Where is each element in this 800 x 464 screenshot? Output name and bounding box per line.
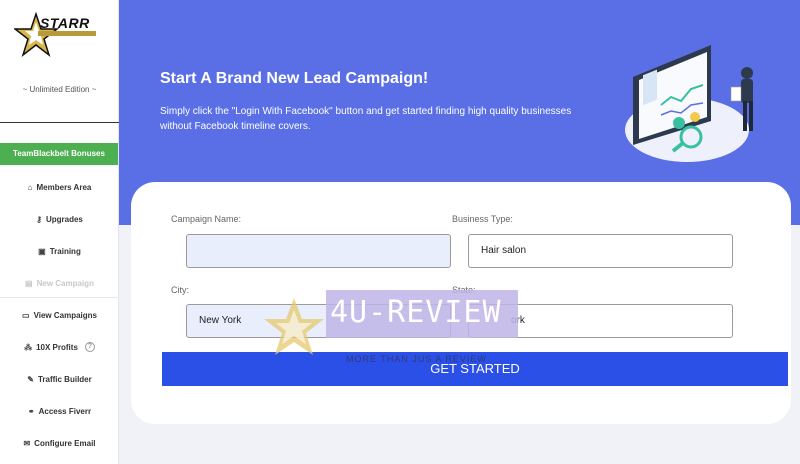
dashboard-illustration-icon (625, 45, 753, 162)
watermark-title: 4U-REVIEW (330, 295, 502, 330)
sidebar-item-access-fiverr[interactable]: ⚭ Access Fiverr (0, 403, 119, 419)
sidebar-item-members-area[interactable]: ⌂ Members Area (0, 179, 119, 195)
page-title: Start A Brand New Lead Campaign! (160, 70, 429, 87)
business-type-input[interactable]: Hair salon (468, 234, 733, 268)
edition-label: ~ Unlimited Edition ~ (22, 85, 97, 94)
sidebar-item-label: New Campaign (36, 278, 94, 288)
sidebar-item-label: 10X Profits (36, 342, 78, 352)
sidebar-item-upgrades[interactable]: ⚷ Upgrades (0, 211, 119, 227)
sidebar-item-traffic-builder[interactable]: ✎ Traffic Builder (0, 371, 119, 387)
bonuses-button[interactable]: TeamBlackbelt Bonuses (0, 143, 118, 165)
key-icon: ⚷ (36, 214, 42, 224)
sidebar-item-10x-profits[interactable]: ⁂ 10X Profits ? (0, 339, 119, 355)
hero-description: Simply click the "Login With Facebook" b… (160, 106, 572, 132)
wrench-icon: ✎ (27, 374, 34, 384)
home-icon: ⌂ (27, 182, 33, 192)
sidebar-item-configure-email[interactable]: ✉ Configure Email (0, 435, 119, 451)
new-campaign-icon: ▤ (25, 278, 33, 288)
campaign-name-input[interactable] (186, 234, 451, 268)
envelope-icon: ✉ (23, 438, 31, 448)
sidebar-divider (0, 122, 119, 123)
campaign-name-label: Campaign Name: (171, 214, 242, 224)
sidebar-item-label: Access Fiverr (38, 406, 92, 416)
city-label: City: (171, 285, 189, 295)
sidebar-item-label: Members Area (36, 182, 92, 192)
sidebar-item-new-campaign[interactable]: ▤ New Campaign (0, 275, 119, 291)
link-icon: ⚭ (27, 406, 35, 416)
sidebar-item-view-campaigns[interactable]: ▭ View Campaigns (0, 307, 119, 323)
sidebar-item-label: Traffic Builder (37, 374, 92, 384)
logo-text: STARR (40, 15, 90, 31)
business-type-label: Business Type: (452, 214, 513, 224)
view-campaigns-icon: ▭ (22, 310, 30, 320)
sidebar-item-training[interactable]: ▣ Training (0, 243, 119, 259)
watermark-subtitle: MORE THAN JUS A REVIEW (346, 354, 487, 364)
training-icon: ▣ (38, 246, 46, 256)
sidebar-item-label: View Campaigns (33, 310, 97, 320)
sidebar-separator (0, 297, 119, 298)
sidebar-item-label: Upgrades (45, 214, 83, 224)
sidebar-item-label: Configure Email (34, 438, 96, 448)
watermark-star-icon (264, 298, 324, 355)
help-icon[interactable]: ? (84, 342, 95, 352)
sidebar-item-label: Training (49, 246, 81, 256)
profits-icon: ⁂ (24, 342, 33, 352)
logo-bar (38, 31, 96, 36)
sidebar: STARR ~ Unlimited Edition ~ TeamBlackbel… (0, 0, 119, 464)
